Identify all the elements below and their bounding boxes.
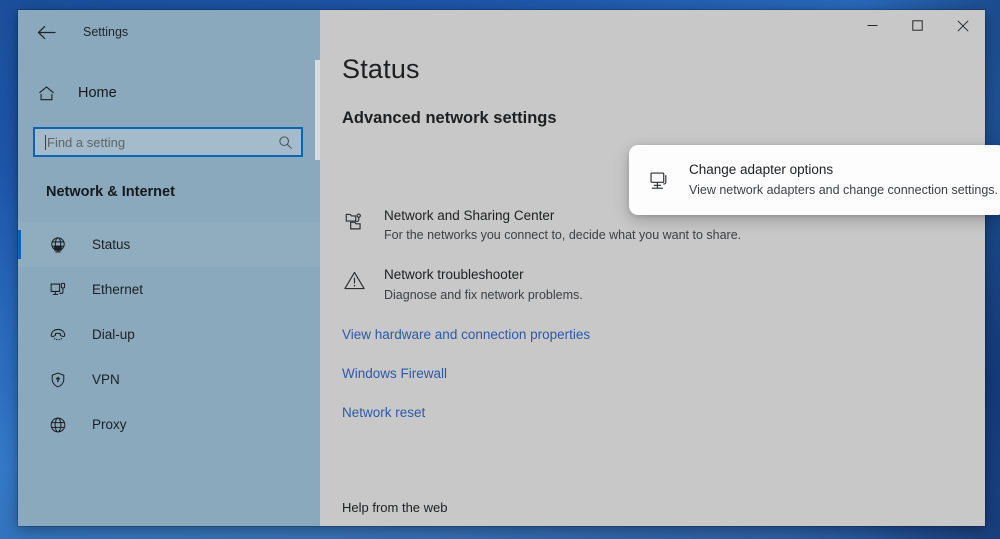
sidebar-item-dial-up[interactable]: Dial-up [18, 312, 320, 357]
advanced-options-list: Network and Sharing Center For the netwo… [342, 207, 985, 422]
link-row: Network reset [342, 404, 985, 422]
card-title: Change adapter options [689, 162, 834, 178]
view-hardware-properties-link[interactable]: View hardware and connection properties [342, 327, 590, 342]
sidebar-section-header: Network & Internet [46, 184, 175, 200]
title-bar: Settings [18, 10, 320, 54]
search-box[interactable] [33, 127, 303, 157]
back-arrow-icon[interactable] [35, 21, 57, 43]
sidebar-item-vpn-label: VPN [92, 372, 120, 387]
home-icon [36, 84, 56, 103]
card-subtitle: View network adapters and change connect… [689, 182, 998, 197]
sidebar-nav-list: Status Ethernet Dial-up VPN Proxy [18, 222, 320, 447]
settings-window: Settings Home Find a setting Network & I… [18, 10, 1000, 526]
window-title: Settings [83, 25, 129, 39]
sharing-center-icon [342, 207, 367, 233]
close-button[interactable] [940, 10, 985, 41]
search-input[interactable] [47, 134, 278, 150]
option-title: Network troubleshooter [384, 267, 524, 283]
network-troubleshooter-row[interactable]: Network troubleshooter Diagnose and fix … [342, 266, 985, 303]
proxy-globe-icon [48, 416, 68, 434]
sidebar-item-ethernet-label: Ethernet [92, 282, 144, 297]
network-status-icon [48, 236, 68, 254]
sidebar-item-status[interactable]: Status [18, 222, 320, 267]
network-reset-link[interactable]: Network reset [342, 405, 425, 420]
option-subtitle: For the networks you connect to, decide … [384, 228, 742, 243]
maximize-button[interactable] [895, 10, 940, 41]
ethernet-icon [48, 281, 68, 299]
link-row: Windows Firewall [342, 365, 985, 383]
search-caret [45, 134, 46, 150]
sidebar: Settings Home Find a setting Network & I… [18, 10, 320, 526]
sidebar-item-proxy-label: Proxy [92, 417, 127, 432]
sidebar-item-dial-up-label: Dial-up [92, 327, 135, 342]
sidebar-item-vpn[interactable]: VPN [18, 357, 320, 402]
section-title: Advanced network settings [342, 109, 557, 127]
warning-triangle-icon [342, 266, 367, 292]
sidebar-item-home[interactable]: Home [18, 72, 320, 114]
sidebar-item-ethernet[interactable]: Ethernet [18, 267, 320, 312]
option-subtitle: Diagnose and fix network problems. [384, 287, 583, 302]
adapter-monitor-icon [647, 167, 672, 193]
vpn-shield-icon [48, 371, 68, 389]
dial-up-icon [48, 326, 68, 344]
minimize-button[interactable] [850, 10, 895, 41]
sidebar-item-proxy[interactable]: Proxy [18, 402, 320, 447]
windows-firewall-link[interactable]: Windows Firewall [342, 366, 447, 381]
sidebar-item-status-label: Status [92, 237, 131, 252]
search-icon[interactable] [278, 135, 293, 150]
main-content: Status Advanced network settings Change … [320, 10, 1000, 526]
change-adapter-options-card[interactable]: Change adapter options View network adap… [629, 145, 1000, 215]
desktop-background: Settings Home Find a setting Network & I… [0, 0, 1000, 539]
page-title: Status [342, 54, 420, 84]
link-row: View hardware and connection properties [342, 326, 985, 344]
help-from-web-heading: Help from the web [342, 500, 448, 515]
window-controls [850, 10, 985, 41]
selection-accent-bar [18, 230, 21, 259]
sidebar-item-home-label: Home [78, 85, 117, 101]
